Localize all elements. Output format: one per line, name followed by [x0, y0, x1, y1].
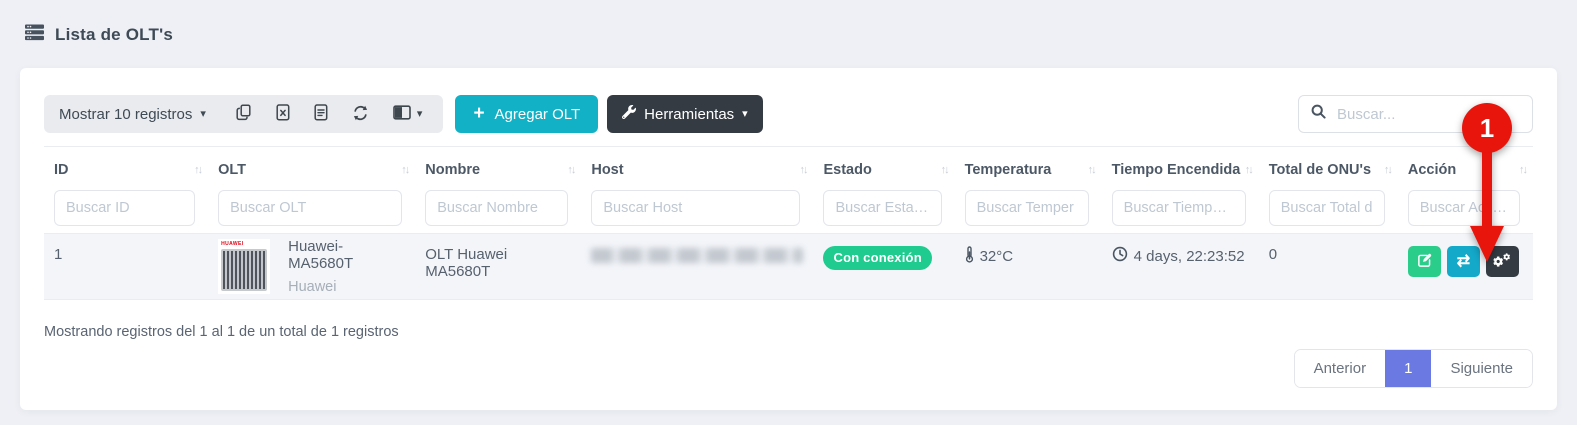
search-icon	[1311, 104, 1326, 124]
filter-accion-input[interactable]	[1407, 190, 1520, 226]
add-olt-button[interactable]: + Agregar OLT	[455, 95, 599, 133]
sort-icon[interactable]: ↑↓	[567, 164, 576, 176]
exchange-icon: ⇄	[1456, 252, 1471, 270]
column-header-tiempo[interactable]: Tiempo Encendida ↑↓	[1101, 146, 1259, 187]
cogs-icon	[1493, 252, 1511, 271]
page-title: Lista de OLT's	[55, 25, 173, 44]
export-excel-button[interactable]	[270, 104, 296, 124]
column-header-id[interactable]: ID ↑↓	[44, 146, 209, 187]
add-olt-label: Agregar OLT	[494, 105, 581, 123]
edit-olt-button[interactable]	[1407, 246, 1441, 277]
status-badge: Con conexión	[823, 246, 932, 270]
cell-host	[581, 234, 813, 300]
search-box	[1298, 95, 1533, 133]
clock-icon	[1112, 246, 1128, 266]
filter-nombre-input[interactable]	[425, 190, 569, 226]
page-header: Lista de OLT's	[0, 0, 1577, 46]
sort-icon[interactable]: ↑↓	[1519, 164, 1528, 176]
wrench-icon	[622, 105, 637, 123]
pagination-page-1[interactable]: 1	[1385, 350, 1432, 387]
filter-olt-input[interactable]	[218, 190, 403, 226]
records-info: Mostrando registros del 1 al 1 de un tot…	[44, 324, 399, 340]
export-file-button[interactable]	[308, 104, 334, 124]
cell-temperatura: 32°C	[955, 234, 1102, 300]
cell-tiempo: 4 days, 22:23:52	[1102, 234, 1259, 300]
page-length-dropdown[interactable]: Mostrar 10 registros ▾	[59, 106, 206, 123]
filter-estado-input[interactable]	[823, 190, 942, 226]
cell-accion: ⇄	[1398, 234, 1533, 300]
column-visibility-dropdown[interactable]: ▾	[387, 105, 429, 123]
thermometer-icon	[965, 246, 974, 267]
uptime-value: 4 days, 22:23:52	[1133, 247, 1245, 265]
caret-down-icon: ▾	[200, 107, 206, 120]
filter-tiempo-input[interactable]	[1111, 190, 1246, 226]
sort-icon[interactable]: ↑↓	[1245, 164, 1254, 176]
column-header-olt[interactable]: OLT ↑↓	[208, 146, 416, 187]
copy-button[interactable]	[230, 104, 258, 124]
refresh-button[interactable]	[346, 105, 375, 124]
cell-id: 1	[54, 246, 63, 263]
sort-icon[interactable]: ↑↓	[1384, 164, 1393, 176]
olt-table: ID ↑↓ OLT ↑↓ Nombre ↑↓ Host ↑↓ Estado ↑↓ Temp…	[44, 146, 1533, 300]
page-length-label: Mostrar 10 registros	[59, 105, 193, 123]
olt-model-name: Huawei-MA5680T	[288, 238, 354, 272]
caret-down-icon: ▾	[742, 107, 748, 120]
filter-id-input[interactable]	[54, 190, 196, 226]
copy-icon	[236, 104, 252, 124]
temperature-value: 32°C	[979, 248, 1014, 265]
columns-icon	[393, 105, 411, 123]
header-row: ID ↑↓ OLT ↑↓ Nombre ↑↓ Host ↑↓ Estado ↑↓ Temp…	[44, 146, 1533, 187]
caret-down-icon: ▾	[416, 107, 423, 120]
column-header-total-onus[interactable]: Total de ONU's ↑↓	[1258, 146, 1398, 187]
file-excel-icon	[276, 104, 290, 124]
sort-icon[interactable]: ↑↓	[194, 164, 203, 176]
huawei-logo: HUAWEI	[221, 241, 244, 247]
sort-icon[interactable]: ↑↓	[799, 164, 808, 176]
cell-total-onus: 0	[1268, 246, 1278, 263]
file-lines-icon	[314, 104, 328, 124]
column-header-host[interactable]: Host ↑↓	[581, 146, 814, 187]
sort-icon[interactable]: ↑↓	[941, 164, 950, 176]
olt-device-image: HUAWEI	[218, 239, 271, 294]
column-header-nombre[interactable]: Nombre ↑↓	[415, 146, 582, 187]
refresh-icon	[352, 105, 369, 124]
settings-cogs-button[interactable]	[1485, 246, 1519, 277]
olt-list-card: Mostrar 10 registros ▾ ▾ + Agregar OLT H…	[20, 68, 1557, 410]
filter-host-input[interactable]	[591, 190, 801, 226]
edit-icon	[1417, 253, 1432, 271]
exchange-button[interactable]: ⇄	[1446, 246, 1480, 277]
server-icon	[25, 24, 45, 46]
column-header-temperatura[interactable]: Temperatura ↑↓	[954, 146, 1102, 187]
cell-nombre: OLT Huawei MA5680T	[425, 246, 508, 280]
table-toolbar: Mostrar 10 registros ▾ ▾ + Agregar OLT H…	[44, 95, 1533, 133]
filter-row	[44, 187, 1533, 234]
pagination: Anterior 1 Siguiente	[1293, 349, 1533, 388]
column-header-estado[interactable]: Estado ↑↓	[813, 146, 955, 187]
table-controls-group: Mostrar 10 registros ▾ ▾	[44, 95, 444, 133]
tools-label: Herramientas	[644, 105, 735, 123]
sort-icon[interactable]: ↑↓	[401, 164, 410, 176]
pagination-prev[interactable]: Anterior	[1294, 350, 1386, 387]
olt-chassis-graphic	[221, 249, 268, 291]
table-row: 1 HUAWEI Huawei-MA5680T Huawei OLT Huawe…	[44, 233, 1533, 300]
search-input[interactable]	[1335, 104, 1520, 124]
host-value-blurred	[591, 248, 804, 263]
column-header-accion[interactable]: Acción ↑↓	[1397, 146, 1533, 187]
filter-total-input[interactable]	[1268, 190, 1385, 226]
cell-estado: Con conexión	[813, 234, 954, 300]
sort-icon[interactable]: ↑↓	[1088, 164, 1097, 176]
plus-icon: +	[473, 103, 485, 124]
olt-brand: Huawei	[288, 279, 337, 295]
tools-dropdown[interactable]: Herramientas ▾	[607, 95, 763, 133]
filter-temperatura-input[interactable]	[964, 190, 1089, 226]
pagination-next[interactable]: Siguiente	[1431, 350, 1532, 387]
cell-olt: HUAWEI Huawei-MA5680T Huawei	[208, 234, 415, 300]
